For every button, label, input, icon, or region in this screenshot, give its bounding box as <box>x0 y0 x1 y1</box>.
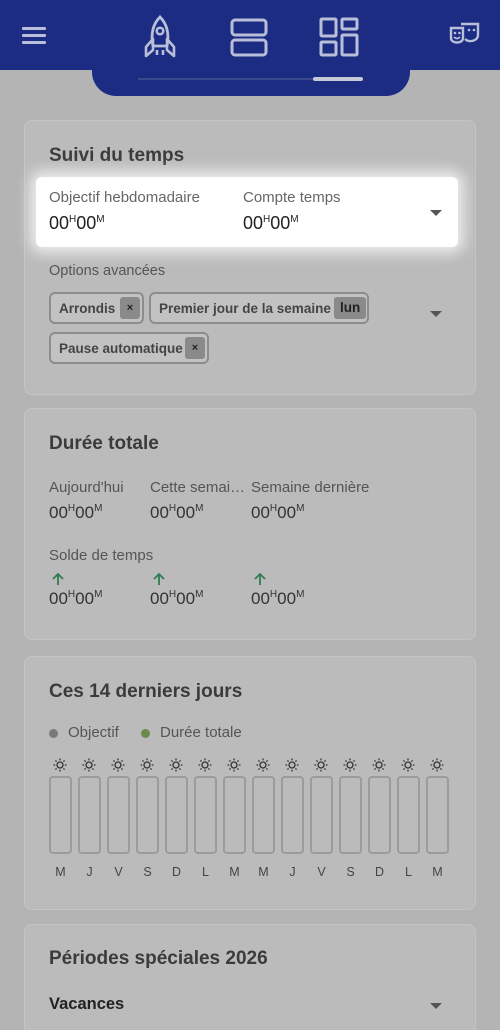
day-letter: J <box>289 865 296 879</box>
remove-rounding-icon[interactable]: × <box>120 297 140 319</box>
counter-value: 00H00M <box>243 213 299 233</box>
time-balance-label: Solde de temps <box>49 547 154 564</box>
rocket-icon[interactable] <box>140 14 180 60</box>
day-bar[interactable] <box>165 776 188 854</box>
balance-value-last-week: 00H00M <box>251 589 305 608</box>
arrow-up-icon <box>52 572 64 585</box>
day-bar[interactable] <box>310 776 333 854</box>
sun-icon <box>168 757 184 773</box>
day-letter: D <box>374 865 385 879</box>
special-periods-title: Périodes spéciales 2026 <box>49 948 268 969</box>
balance-value-this-week: 00H00M <box>150 589 204 608</box>
today-label: Aujourd'hui <box>49 479 124 496</box>
weekly-goal-label: Objectif hebdomadaire <box>49 189 200 206</box>
first-day-chip[interactable]: Premier jour de la semaine lun <box>149 292 369 324</box>
balance-value-today: 00H00M <box>49 589 103 608</box>
day-letter: V <box>114 865 123 879</box>
sun-icon <box>255 757 271 773</box>
sun-icon <box>197 757 213 773</box>
sun-icon <box>284 757 300 773</box>
day-letter: D <box>171 865 182 879</box>
day-bar[interactable] <box>223 776 246 854</box>
sun-icon <box>110 757 126 773</box>
first-day-value-badge[interactable]: lun <box>334 297 367 319</box>
sun-icon <box>371 757 387 773</box>
time-tracking-card: Suivi du temps Options avancées Arrondis… <box>24 120 476 395</box>
sun-icon <box>226 757 242 773</box>
last-14-days-card: Ces 14 derniers jours Objectif Durée tot… <box>24 656 476 910</box>
day-letter: S <box>346 865 355 879</box>
total-legend-label: Durée totale <box>160 724 242 741</box>
sun-icon <box>52 757 68 773</box>
tab-indicator <box>313 77 363 81</box>
day-bar[interactable] <box>107 776 130 854</box>
total-duration-card: Durée totale Aujourd'hui Cette semai… Se… <box>24 408 476 640</box>
last-week-label: Semaine dernière <box>251 479 370 496</box>
auto-pause-chip[interactable]: Pause automatique × <box>49 332 209 364</box>
day-bar[interactable] <box>78 776 101 854</box>
time-tracking-title: Suivi du temps <box>49 145 185 166</box>
sun-icon <box>342 757 358 773</box>
vacations-dropdown-icon[interactable] <box>430 1003 442 1009</box>
day-letter: J <box>86 865 93 879</box>
sun-icon <box>81 757 97 773</box>
dashboard-icon[interactable] <box>318 14 360 60</box>
day-letter: M <box>432 865 443 879</box>
day-bar[interactable] <box>49 776 72 854</box>
day-bar[interactable] <box>194 776 217 854</box>
day-bar[interactable] <box>339 776 362 854</box>
counter-label: Compte temps <box>243 189 341 206</box>
this-week-value: 00H00M <box>150 503 204 522</box>
sun-icon <box>313 757 329 773</box>
total-legend-dot <box>141 729 150 738</box>
remove-auto-pause-icon[interactable]: × <box>185 337 205 359</box>
sun-icon <box>400 757 416 773</box>
this-week-label: Cette semai… <box>150 479 246 496</box>
vacations-label[interactable]: Vacances <box>49 995 124 1014</box>
objective-legend-dot <box>49 729 58 738</box>
sun-icon <box>429 757 445 773</box>
weekly-goal-dropdown-icon[interactable] <box>430 210 442 216</box>
day-letter: M <box>55 865 66 879</box>
menu-icon[interactable] <box>22 27 46 45</box>
rounding-chip-label: Arrondis <box>59 300 116 316</box>
total-duration-title: Durée totale <box>49 433 159 454</box>
day-letter: S <box>143 865 152 879</box>
day-bar[interactable] <box>281 776 304 854</box>
theater-mask-icon[interactable] <box>449 22 481 50</box>
day-letter: M <box>229 865 240 879</box>
advanced-options-label: Options avancées <box>49 263 166 279</box>
day-letter: M <box>258 865 269 879</box>
objective-legend-label: Objectif <box>68 724 119 741</box>
auto-pause-chip-label: Pause automatique <box>59 340 183 356</box>
special-periods-card: Périodes spéciales 2026 Vacances <box>24 924 476 1030</box>
last-14-days-title: Ces 14 derniers jours <box>49 681 243 702</box>
day-bar[interactable] <box>426 776 449 854</box>
day-bar[interactable] <box>397 776 420 854</box>
weekly-goal-value: 00H00M <box>49 213 105 233</box>
arrow-up-icon <box>153 572 165 585</box>
today-value: 00H00M <box>49 503 103 522</box>
rows-icon[interactable] <box>228 14 270 60</box>
last-week-value: 00H00M <box>251 503 305 522</box>
advanced-options-dropdown-icon[interactable] <box>430 311 442 317</box>
weekly-goal-selector[interactable]: Objectif hebdomadaire 00H00M Compte temp… <box>36 177 458 247</box>
day-bar[interactable] <box>252 776 275 854</box>
day-letter: L <box>405 865 412 879</box>
sun-icon <box>139 757 155 773</box>
rounding-chip[interactable]: Arrondis × <box>49 292 144 324</box>
day-bar[interactable] <box>136 776 159 854</box>
day-letter: L <box>202 865 209 879</box>
day-letter: V <box>317 865 326 879</box>
first-day-chip-label: Premier jour de la semaine <box>159 300 331 316</box>
arrow-up-icon <box>254 572 266 585</box>
day-bar[interactable] <box>368 776 391 854</box>
